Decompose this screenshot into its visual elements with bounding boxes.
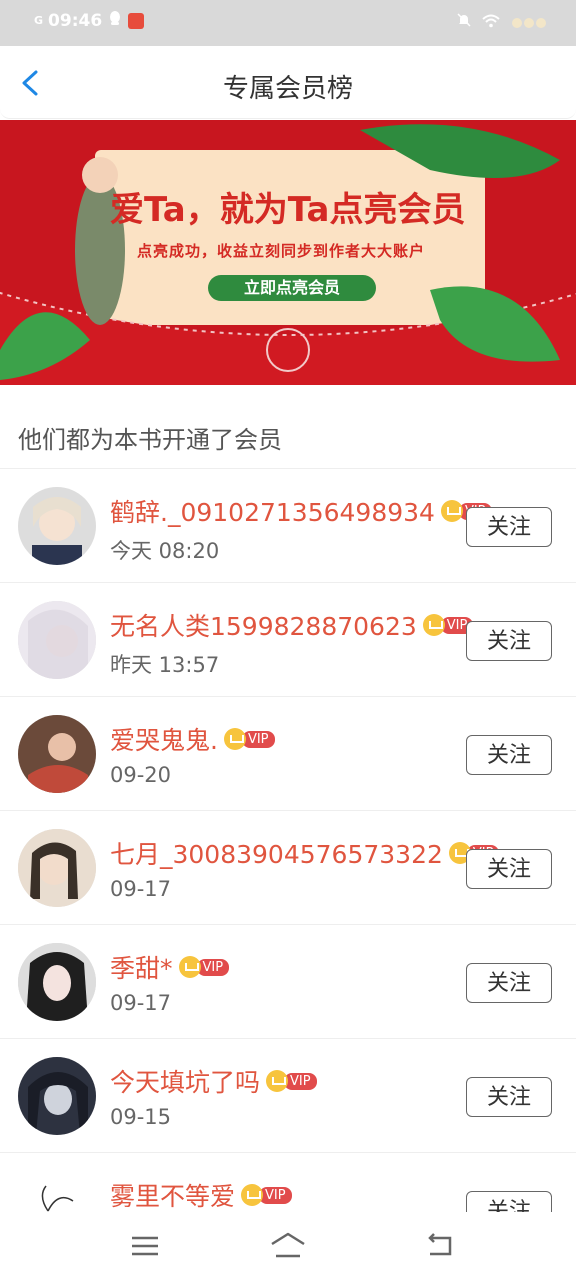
member-name-wrap: 无名人类1599828870623 VIP — [110, 607, 474, 643]
banner-subline: 点亮成功，收益立刻同步到作者大大账户 — [137, 242, 426, 260]
member-name[interactable]: 无名人类1599828870623 — [110, 607, 417, 643]
member-name[interactable]: 七月_30083904576573322 — [110, 835, 443, 871]
follow-button[interactable]: 关注 — [466, 507, 552, 547]
list-item[interactable]: 雾里不等爱 VIP 关注 — [0, 1152, 576, 1213]
member-name-wrap: 雾里不等爱 VIP — [110, 1177, 292, 1213]
avatar[interactable] — [18, 1171, 96, 1213]
member-time: 昨天 13:57 — [110, 653, 220, 677]
crown-icon — [422, 614, 445, 636]
qq-icon — [108, 10, 122, 31]
wifi-icon — [482, 13, 500, 32]
crown-icon — [241, 1184, 264, 1206]
status-left: G 09:46 — [34, 10, 145, 31]
follow-button[interactable]: 关注 — [466, 849, 552, 889]
home-icon — [271, 1232, 305, 1258]
signal-indicator: G — [34, 14, 43, 27]
avatar[interactable] — [18, 943, 96, 1021]
member-time: 09-15 — [110, 1105, 172, 1129]
list-item[interactable]: 季甜* VIP 09-17 关注 — [0, 924, 576, 1038]
status-right — [456, 12, 546, 32]
member-name-wrap: 鹤辞._0910271356498934 VIP — [110, 493, 492, 529]
member-name[interactable]: 爱哭鬼鬼. — [110, 721, 218, 757]
promo-banner[interactable]: 爱Ta，就为Ta点亮会员 点亮成功，收益立刻同步到作者大大账户 立即点亮会员 — [0, 120, 576, 385]
vip-badge: VIP — [241, 1184, 292, 1206]
member-time: 09-17 — [110, 877, 172, 901]
member-time: 09-20 — [110, 763, 172, 787]
crown-icon — [266, 1070, 289, 1092]
flower-icons — [510, 13, 546, 32]
banner-headline: 爱Ta，就为Ta点亮会员 — [110, 190, 466, 230]
section-title: 他们都为本书开通了会员 — [18, 426, 282, 454]
follow-button[interactable]: 关注 — [466, 621, 552, 661]
avatar[interactable] — [18, 1057, 96, 1135]
page-title: 专属会员榜 — [222, 74, 353, 104]
list-item[interactable]: 今天填坑了吗 VIP 09-15 关注 — [0, 1038, 576, 1152]
avatar[interactable] — [18, 601, 96, 679]
avatar[interactable] — [18, 487, 96, 565]
back-nav-button[interactable] — [420, 1230, 460, 1262]
crown-icon — [223, 728, 246, 750]
member-name-wrap: 七月_30083904576573322 VIP — [110, 835, 500, 871]
list-item[interactable]: 鹤辞._0910271356498934 VIP 今天 08:20 关注 — [0, 468, 576, 582]
list-item[interactable]: 七月_30083904576573322 VIP 09-17 关注 — [0, 810, 576, 924]
crown-icon — [178, 956, 201, 978]
status-bar: G 09:46 — [0, 0, 576, 46]
member-name[interactable]: 鹤辞._0910271356498934 — [110, 493, 435, 529]
status-time: 09:46 — [48, 10, 103, 31]
app-notification-icon — [128, 12, 145, 29]
vip-badge: VIP — [223, 728, 275, 750]
mute-icon — [456, 12, 472, 32]
light-up-button[interactable]: 立即点亮会员 — [208, 275, 376, 301]
member-time: 09-17 — [110, 991, 172, 1015]
member-time: 今天 08:20 — [110, 539, 220, 563]
list-item[interactable]: 无名人类1599828870623 VIP 昨天 13:57 关注 — [0, 582, 576, 696]
menu-button[interactable] — [126, 1230, 166, 1262]
home-button[interactable] — [268, 1230, 308, 1262]
system-nav-bar — [0, 1212, 576, 1280]
avatar[interactable] — [18, 715, 96, 793]
avatar[interactable] — [18, 829, 96, 907]
follow-button[interactable]: 关注 — [466, 1077, 552, 1117]
crown-icon — [440, 500, 463, 522]
menu-icon — [132, 1236, 158, 1256]
follow-button[interactable]: 关注 — [466, 735, 552, 775]
follow-button[interactable]: 关注 — [466, 1191, 552, 1213]
member-name[interactable]: 雾里不等爱 — [110, 1177, 235, 1213]
member-name-wrap: 季甜* VIP — [110, 949, 230, 985]
vip-badge: VIP — [178, 956, 230, 978]
member-name[interactable]: 季甜* — [110, 949, 173, 985]
follow-button[interactable]: 关注 — [466, 963, 552, 1003]
member-name-wrap: 今天填坑了吗 VIP — [110, 1063, 317, 1099]
member-name-wrap: 爱哭鬼鬼. VIP — [110, 721, 275, 757]
list-item[interactable]: 爱哭鬼鬼. VIP 09-20 关注 — [0, 696, 576, 810]
back-icon — [428, 1233, 452, 1256]
top-app-bar: 专属会员榜 — [0, 46, 576, 119]
vip-badge: VIP — [266, 1070, 317, 1092]
member-name[interactable]: 今天填坑了吗 — [110, 1063, 260, 1099]
